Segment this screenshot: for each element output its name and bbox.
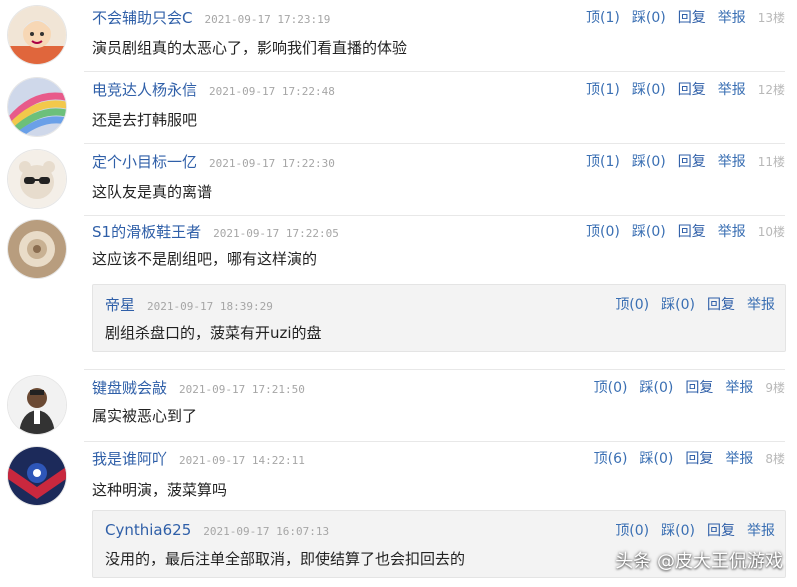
- timestamp: 2021-09-17 14:22:11: [179, 454, 305, 467]
- floor-number: 13楼: [757, 11, 785, 25]
- comment-text: 这种明演，菠菜算吗: [92, 481, 228, 499]
- upvote-button[interactable]: 顶(0): [615, 523, 649, 539]
- reply-meta: Cynthia625 2021-09-17 16:07:13: [105, 520, 329, 542]
- comment-actions: 顶(1) 踩(0) 回复 举报 13楼: [574, 7, 785, 29]
- comment-actions: 顶(0) 踩(0) 回复 举报 9楼: [582, 377, 785, 399]
- timestamp: 2021-09-17 17:22:48: [209, 85, 335, 98]
- report-button[interactable]: 举报: [747, 297, 775, 313]
- report-button[interactable]: 举报: [747, 523, 775, 539]
- comment-actions: 顶(1) 踩(0) 回复 举报 11楼: [574, 151, 785, 173]
- floor-number: 11楼: [757, 155, 785, 169]
- comment-text: 属实被恶心到了: [92, 407, 198, 425]
- comment-text: 演员剧组真的太恶心了，影响我们看直播的体验: [92, 39, 408, 57]
- report-button[interactable]: 举报: [718, 82, 746, 98]
- timestamp: 2021-09-17 17:23:19: [204, 13, 331, 26]
- watermark: 头条 @皮大王侃游戏: [615, 551, 783, 572]
- username-link[interactable]: 键盘贼会敲: [92, 379, 167, 397]
- avatar-sunglasses-icon[interactable]: [8, 150, 66, 208]
- reply-button[interactable]: 回复: [678, 10, 706, 26]
- comment-meta: S1的滑板鞋王者 2021-09-17 17:22:05: [92, 221, 339, 243]
- downvote-button[interactable]: 踩(0): [661, 523, 695, 539]
- comment-item: S1的滑板鞋王者 2021-09-17 17:22:05 顶(0) 踩(0) 回复 举报…: [0, 214, 797, 370]
- comment-item: 不会辅助只会C 2021-09-17 17:23:19 顶(1) 踩(0) 回复 举报 1…: [0, 0, 797, 72]
- floor-number: 9楼: [765, 381, 785, 395]
- comment-text: 这应该不是剧组吧，哪有这样演的: [92, 250, 318, 268]
- comment-actions: 顶(6) 踩(0) 回复 举报 8楼: [582, 448, 785, 470]
- avatar-cartoon-icon[interactable]: [8, 6, 66, 64]
- comment-meta: 键盘贼会敲 2021-09-17 17:21:50: [92, 377, 305, 399]
- avatar-person-icon[interactable]: [8, 376, 66, 434]
- comment-meta: 电竞达人杨永信 2021-09-17 17:22:48: [92, 79, 335, 101]
- upvote-button[interactable]: 顶(1): [586, 82, 620, 98]
- reply-actions: 顶(0) 踩(0) 回复 举报: [603, 294, 775, 316]
- reply-button[interactable]: 回复: [707, 523, 735, 539]
- avatar-rainbow-icon[interactable]: [8, 78, 66, 136]
- downvote-button[interactable]: 踩(0): [640, 451, 674, 467]
- comment-actions: 顶(0) 踩(0) 回复 举报 10楼: [574, 221, 785, 243]
- timestamp: 2021-09-17 17:22:05: [213, 227, 339, 240]
- comment-meta: 我是谁阿吖 2021-09-17 14:22:11: [92, 448, 305, 470]
- reply-button[interactable]: 回复: [685, 380, 713, 396]
- timestamp: 2021-09-17 18:39:29: [147, 300, 273, 313]
- username-link[interactable]: 我是谁阿吖: [92, 450, 167, 468]
- comment-item: 定个小目标一亿 2021-09-17 17:22:30 顶(1) 踩(0) 回复 举报 1…: [0, 144, 797, 216]
- username-link[interactable]: 不会辅助只会C: [92, 9, 192, 27]
- reply-button[interactable]: 回复: [678, 224, 706, 240]
- comment-item: 键盘贼会敲 2021-09-17 17:21:50 顶(0) 踩(0) 回复 举报 9楼 …: [0, 372, 797, 442]
- reply-text: 没用的，最后注单全部取消，即使结算了也会扣回去的: [105, 550, 466, 568]
- timestamp: 2021-09-17 17:21:50: [179, 383, 305, 396]
- nested-reply: 帝星 2021-09-17 18:39:29 顶(0) 踩(0) 回复 举报 剧组杀盘口…: [92, 284, 786, 352]
- upvote-button[interactable]: 顶(0): [615, 297, 649, 313]
- username-link[interactable]: 帝星: [105, 296, 135, 314]
- downvote-button[interactable]: 踩(0): [640, 380, 674, 396]
- username-link[interactable]: 定个小目标一亿: [92, 153, 197, 171]
- reply-button[interactable]: 回复: [678, 154, 706, 170]
- comment-text: 这队友是真的离谱: [92, 183, 213, 201]
- comment-text: 还是去打韩服吧: [92, 111, 198, 129]
- floor-number: 8楼: [765, 452, 785, 466]
- downvote-button[interactable]: 踩(0): [632, 154, 666, 170]
- reply-button[interactable]: 回复: [685, 451, 713, 467]
- reply-actions: 顶(0) 踩(0) 回复 举报: [603, 520, 775, 542]
- report-button[interactable]: 举报: [718, 154, 746, 170]
- username-link[interactable]: Cynthia625: [105, 521, 191, 539]
- floor-number: 12楼: [757, 83, 785, 97]
- downvote-button[interactable]: 踩(0): [632, 82, 666, 98]
- username-link[interactable]: S1的滑板鞋王者: [92, 223, 201, 241]
- reply-meta: 帝星 2021-09-17 18:39:29: [105, 294, 273, 316]
- comment-meta: 不会辅助只会C 2021-09-17 17:23:19: [92, 7, 330, 29]
- divider: [84, 369, 785, 370]
- username-link[interactable]: 电竞达人杨永信: [92, 81, 197, 99]
- downvote-button[interactable]: 踩(0): [632, 224, 666, 240]
- reply-button[interactable]: 回复: [678, 82, 706, 98]
- comment-actions: 顶(1) 踩(0) 回复 举报 12楼: [574, 79, 785, 101]
- divider: [84, 441, 785, 442]
- report-button[interactable]: 举报: [725, 451, 753, 467]
- report-button[interactable]: 举报: [718, 224, 746, 240]
- upvote-button[interactable]: 顶(0): [586, 224, 620, 240]
- downvote-button[interactable]: 踩(0): [632, 10, 666, 26]
- reply-button[interactable]: 回复: [707, 297, 735, 313]
- floor-number: 10楼: [757, 225, 785, 239]
- comment-meta: 定个小目标一亿 2021-09-17 17:22:30: [92, 151, 335, 173]
- timestamp: 2021-09-17 16:07:13: [203, 525, 330, 538]
- reply-text: 剧组杀盘口的，菠菜有开uzi的盘: [105, 324, 322, 342]
- upvote-button[interactable]: 顶(6): [594, 451, 628, 467]
- report-button[interactable]: 举报: [725, 380, 753, 396]
- upvote-button[interactable]: 顶(1): [586, 10, 620, 26]
- avatar-round-icon[interactable]: [8, 220, 66, 278]
- report-button[interactable]: 举报: [718, 10, 746, 26]
- downvote-button[interactable]: 踩(0): [661, 297, 695, 313]
- comment-item: 电竞达人杨永信 2021-09-17 17:22:48 顶(1) 踩(0) 回复 举报 1…: [0, 72, 797, 144]
- upvote-button[interactable]: 顶(1): [586, 154, 620, 170]
- upvote-button[interactable]: 顶(0): [594, 380, 628, 396]
- timestamp: 2021-09-17 17:22:30: [209, 157, 335, 170]
- avatar-emblem-icon[interactable]: [8, 447, 66, 505]
